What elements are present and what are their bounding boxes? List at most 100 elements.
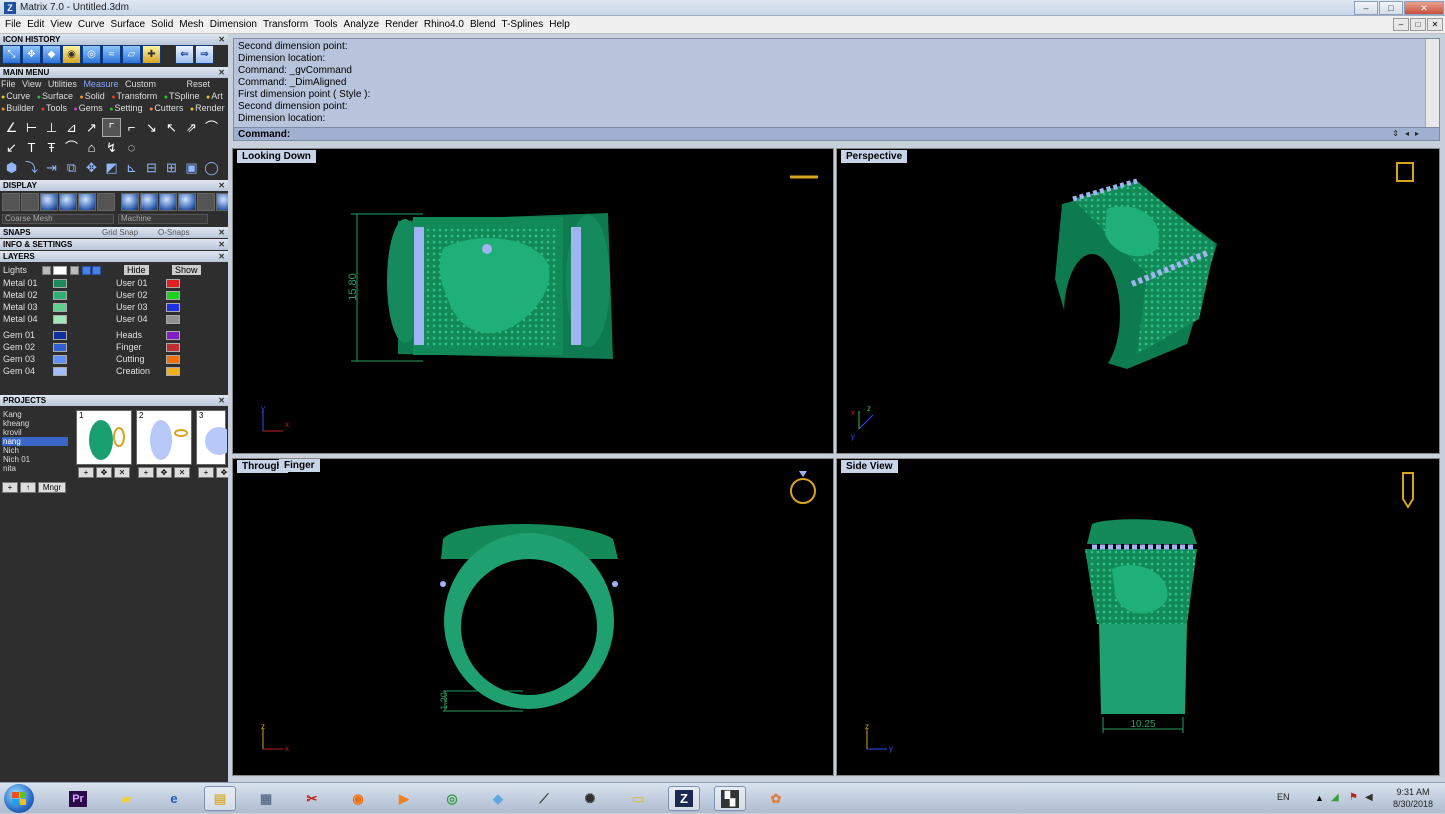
menu-surface[interactable]: Surface — [108, 16, 148, 34]
tray-expand-icon[interactable]: ▲ — [1315, 793, 1324, 803]
move-icon[interactable]: ✥ — [156, 467, 172, 478]
layer-user-04[interactable]: User 04 — [116, 314, 148, 324]
close-button[interactable]: ✕ — [1404, 1, 1444, 15]
rendered-icon[interactable] — [59, 193, 77, 211]
radius-icon[interactable]: ↯ — [102, 138, 121, 157]
close-icon[interactable]: ✕ — [218, 227, 225, 238]
zbrush-icon[interactable]: ✺ — [574, 786, 606, 811]
grid-icon[interactable] — [97, 193, 115, 211]
category-setting[interactable]: Setting — [109, 103, 142, 113]
close-icon[interactable]: ✕ — [218, 34, 225, 45]
scroll-right-icon[interactable]: ▸ — [1415, 129, 1419, 138]
history-bezel-icon[interactable]: ◉ — [62, 45, 81, 64]
premiere-taskbar-icon[interactable]: Pr — [62, 786, 94, 811]
layers-header[interactable]: LAYERS ✕ — [0, 251, 228, 262]
menu-help[interactable]: Help — [546, 16, 573, 34]
menu-dimension[interactable]: Dimension — [207, 16, 260, 34]
metal-01-swatch[interactable] — [53, 279, 67, 288]
menu-render[interactable]: Render — [382, 16, 421, 34]
close-icon[interactable]: ✕ — [218, 67, 225, 78]
viewport-title[interactable]: Side View — [841, 460, 898, 473]
move-icon[interactable]: ✥ — [216, 467, 228, 478]
angle-icon[interactable]: ⊾ — [122, 158, 141, 177]
material-metal-icon[interactable] — [216, 193, 228, 211]
shaded-icon[interactable] — [40, 193, 58, 211]
doc-minimize-button[interactable]: ‒ — [1393, 18, 1409, 31]
command-input[interactable]: Command: ⇕ ◂ ▸ — [234, 127, 1439, 140]
menu-file[interactable]: File — [2, 16, 24, 34]
cutting-swatch[interactable] — [166, 355, 180, 364]
rhino-taskbar-icon[interactable]: ▚ — [714, 786, 746, 811]
history-surface-icon[interactable]: ▱ — [122, 45, 141, 64]
projects-header[interactable]: PROJECTS ✕ — [0, 395, 228, 406]
layer-metal-03[interactable]: Metal 03 — [3, 302, 38, 312]
project-thumbnail-2[interactable]: 2 — [136, 410, 192, 465]
creation-swatch[interactable] — [166, 367, 180, 376]
xray-icon[interactable] — [78, 193, 96, 211]
category-cutters[interactable]: Cutters — [149, 103, 183, 113]
history-ring-icon[interactable]: ◎ — [82, 45, 101, 64]
layer-gem-04[interactable]: Gem 04 — [3, 366, 35, 376]
category-solid[interactable]: Solid — [80, 91, 105, 101]
metal-03-swatch[interactable] — [53, 303, 67, 312]
wireframe-icon[interactable] — [2, 193, 20, 211]
menu-analyze[interactable]: Analyze — [341, 16, 383, 34]
add-button[interactable]: + — [198, 467, 214, 478]
category-gems[interactable]: Gems — [74, 103, 103, 113]
notes-icon[interactable]: ▭ — [622, 786, 654, 811]
viewport-through-finger[interactable]: 1.20 z x Through Finger — [232, 458, 834, 776]
weight-icon[interactable]: ⊞ — [162, 158, 181, 177]
display-header[interactable]: DISPLAY ✕ — [0, 180, 228, 191]
menu-transform[interactable]: Transform — [260, 16, 311, 34]
icon-history-header[interactable]: ICON HISTORY ✕ — [0, 34, 228, 45]
category-transform[interactable]: Transform — [111, 91, 157, 101]
gem-04-swatch[interactable] — [53, 367, 67, 376]
lights-expand-icon[interactable] — [42, 266, 51, 275]
clock[interactable]: 9:31 AM 8/30/2018 — [1393, 786, 1433, 810]
text-block-icon[interactable]: Ŧ — [42, 138, 61, 157]
hide-button[interactable]: Hide — [124, 265, 149, 275]
manager-button[interactable]: Mngr — [38, 482, 66, 493]
tool-wand-icon[interactable]: ⟋ — [528, 786, 560, 811]
move-icon[interactable]: ✥ — [96, 467, 112, 478]
vertical-dim-icon[interactable]: ⊥ — [42, 118, 61, 137]
material-red-icon[interactable] — [197, 193, 215, 211]
viewport-looking-down[interactable]: 15.80 y x Looking Down — [232, 148, 834, 454]
metal-04-swatch[interactable] — [53, 315, 67, 324]
menu-rhino4[interactable]: Rhino4.0 — [421, 16, 467, 34]
viewport-perspective[interactable]: y z x Perspective — [836, 148, 1440, 454]
history-back-arrow-icon[interactable]: ⇐ — [175, 45, 194, 64]
minimize-button[interactable]: ‒ — [1354, 1, 1378, 15]
scale-icon[interactable]: ⧉ — [62, 158, 81, 177]
history-setting-icon[interactable]: ✚ — [142, 45, 161, 64]
layer-gem-02[interactable]: Gem 02 — [3, 342, 35, 352]
flag-alert-icon[interactable]: ⚑ — [1349, 792, 1358, 803]
menu-view[interactable]: View — [47, 16, 75, 34]
chrome-icon[interactable]: ◎ — [436, 786, 468, 811]
ghost-icon[interactable] — [21, 193, 39, 211]
viewport-title[interactable]: Looking Down — [237, 150, 316, 163]
language-indicator[interactable]: EN — [1277, 792, 1290, 802]
folder-icon[interactable]: ▰ — [110, 786, 142, 811]
layer-gem-03[interactable]: Gem 03 — [3, 354, 35, 364]
list-item-selected[interactable]: nang — [2, 437, 68, 446]
user-01-swatch[interactable] — [166, 279, 180, 288]
lights-visible-icon[interactable] — [82, 266, 91, 275]
doc-close-button[interactable]: ✕ — [1427, 18, 1443, 31]
user-03-swatch[interactable] — [166, 303, 180, 312]
arc-icon[interactable]: ⌒ — [62, 138, 81, 157]
menu-solid[interactable]: Solid — [148, 16, 176, 34]
menu-tsplines[interactable]: T-Splines — [499, 16, 547, 34]
tab-file[interactable]: File — [1, 79, 16, 89]
layer-gem-01[interactable]: Gem 01 — [3, 330, 35, 340]
distance-icon[interactable]: ⇥ — [42, 158, 61, 177]
command-history-scrollbar[interactable] — [1425, 39, 1439, 127]
history-gem-icon[interactable]: ◆ — [42, 45, 61, 64]
project-thumbnail-3[interactable]: 3 — [196, 410, 228, 465]
layer-creation[interactable]: Creation — [116, 366, 150, 376]
tab-measure[interactable]: Measure — [83, 79, 118, 89]
viewport-side-view[interactable]: 10.25 z y Side View — [836, 458, 1440, 776]
material-matte-icon[interactable] — [178, 193, 196, 211]
layer-heads[interactable]: Heads — [116, 330, 142, 340]
menu-blend[interactable]: Blend — [467, 16, 499, 34]
